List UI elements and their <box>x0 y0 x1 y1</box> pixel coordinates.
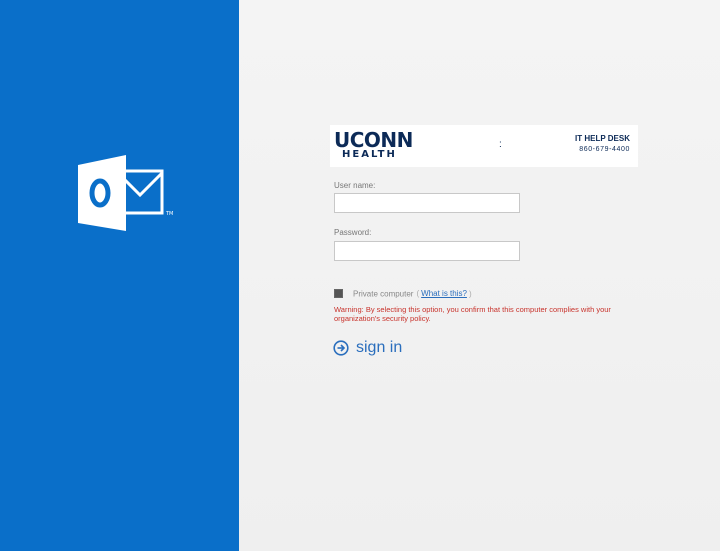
password-label: Password: <box>334 228 372 237</box>
owa-login-page: TM UCONN HEALTH : IT HELP DESK 860-679-4… <box>0 0 720 551</box>
bracket-open: ( <box>416 289 420 299</box>
help-desk-phone: 860-679-4400 <box>579 146 630 153</box>
username-input[interactable] <box>334 193 520 213</box>
uconn-health-banner: UCONN HEALTH : IT HELP DESK 860-679-4400 <box>330 125 638 167</box>
help-desk-title: IT HELP DESK <box>575 134 630 143</box>
svg-text:TM: TM <box>165 211 173 217</box>
banner-divider: : <box>499 139 502 150</box>
login-side-panel <box>239 0 720 551</box>
brand-side-panel: TM <box>0 0 239 551</box>
sign-in-label: sign in <box>356 339 403 356</box>
username-label: User name: <box>334 181 376 190</box>
brand-subname: HEALTH <box>342 149 397 160</box>
security-warning: Warning: By selecting this option, you c… <box>334 305 611 323</box>
sign-in-button[interactable]: sign in <box>333 339 402 357</box>
bracket-close: ) <box>468 289 472 299</box>
private-computer-row: Private computer(What is this?) <box>334 289 472 299</box>
private-computer-label: Private computer <box>353 289 414 299</box>
arrow-circle-right-icon <box>333 340 349 356</box>
private-computer-checkbox[interactable] <box>334 289 343 299</box>
password-input[interactable] <box>334 241 520 261</box>
outlook-icon: TM <box>78 155 173 231</box>
what-is-this-link[interactable]: What is this? <box>421 289 467 298</box>
